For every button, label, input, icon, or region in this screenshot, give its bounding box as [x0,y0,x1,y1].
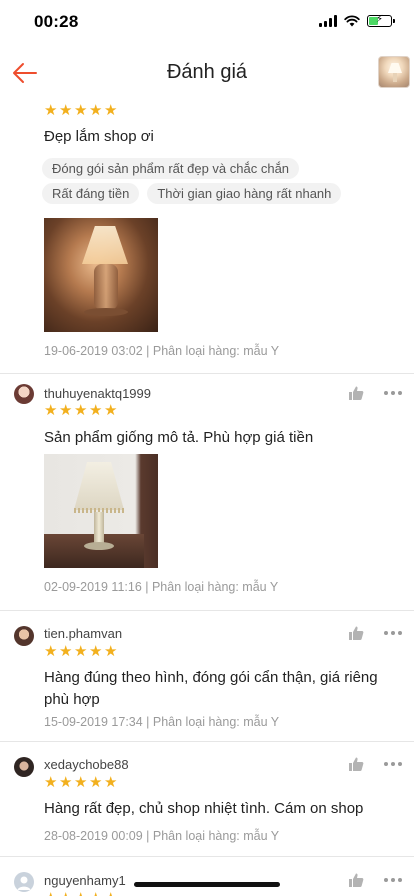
star-icon: ★ [74,891,88,896]
status-bar: 00:28 ⚡ [0,0,414,44]
wifi-icon [344,15,360,27]
thumbs-up-icon[interactable] [348,385,364,401]
star-icon: ★ [104,402,118,419]
review-list: ★ ★ ★ ★ ★ Đẹp lắm shop ơi Đóng gói sản p… [0,86,414,896]
more-options-icon[interactable] [384,625,402,641]
thumbs-up-icon[interactable] [348,625,364,641]
review-item: ★ ★ ★ ★ ★ Đẹp lắm shop ơi Đóng gói sản p… [0,86,414,374]
star-icon: ★ [59,643,73,660]
thumbs-up-icon[interactable] [348,756,364,772]
reviewer-name: tien.phamvan [44,626,123,641]
star-icon: ★ [74,643,88,660]
star-icon: ★ [104,891,118,896]
battery-icon: ⚡ [367,14,395,27]
rating-stars: ★ ★ ★ ★ ★ [44,402,118,419]
star-icon: ★ [89,774,103,791]
star-icon: ★ [104,643,118,660]
star-icon: ★ [44,774,58,791]
reviewer-name: xedaychobe88 [44,757,129,772]
rating-stars: ★ ★ ★ ★ ★ [44,643,118,660]
review-tag[interactable]: Đóng gói sản phẩm rất đẹp và chắc chắn [42,158,300,179]
review-tags: Đóng gói sản phẩm rất đẹp và chắc chắn R… [42,158,398,204]
review-meta: 15-09-2019 17:34 | Phân loại hàng: mẫu Y [44,715,280,729]
rating-stars: ★ ★ ★ ★ ★ [44,774,118,791]
review-text: Đẹp lắm shop ơi [44,128,154,145]
reviewer-name: thuhuyenaktq1999 [44,386,151,401]
star-icon: ★ [59,774,73,791]
cellular-signal-icon [319,15,337,27]
status-time: 00:28 [34,12,79,31]
review-item: nguyenhamy1 ★ ★ ★ ★ ★ [0,857,414,896]
star-icon: ★ [89,402,103,419]
review-meta: 19-06-2019 03:02 | Phân loại hàng: mẫu Y [44,344,280,358]
more-options-icon[interactable] [384,872,402,888]
star-icon: ★ [44,402,58,419]
reviewer-name: nguyenhamy1 [44,873,126,888]
star-icon: ★ [74,774,88,791]
avatar[interactable] [14,757,34,777]
more-options-icon[interactable] [384,385,402,401]
review-tag[interactable]: Thời gian giao hàng rất nhanh [147,183,342,204]
more-options-icon[interactable] [384,756,402,772]
star-icon: ★ [44,102,58,119]
review-photo[interactable] [44,454,158,568]
page-title: Đánh giá [166,61,248,83]
review-photo[interactable] [44,218,158,332]
review-meta: 28-08-2019 00:09 | Phân loại hàng: mẫu Y [44,829,280,843]
avatar[interactable] [14,384,34,404]
star-icon: ★ [59,402,73,419]
review-tag[interactable]: Rất đáng tiền [42,183,140,204]
home-indicator[interactable] [134,882,280,887]
review-item: thuhuyenaktq1999 ★ ★ ★ ★ ★ Sản phẩm giốn… [0,374,414,611]
review-meta: 02-09-2019 11:16 | Phân loại hàng: mẫu Y [44,580,279,594]
star-icon: ★ [74,402,88,419]
avatar-placeholder-icon[interactable] [14,872,34,892]
review-item: tien.phamvan ★ ★ ★ ★ ★ Hàng đúng theo hì… [0,611,414,742]
thumbs-up-icon[interactable] [348,872,364,888]
star-icon: ★ [104,774,118,791]
rating-stars: ★ ★ ★ ★ ★ [44,102,118,119]
status-icons: ⚡ [319,14,395,27]
review-text: Sản phẩm giống mô tả. Phù hợp giá tiền [44,429,314,446]
star-icon: ★ [44,891,58,896]
review-item: xedaychobe88 ★ ★ ★ ★ ★ Hàng rất đẹp, chủ… [0,742,414,857]
review-text: Hàng đúng theo hình, đóng gói cẩn thận, … [44,669,378,708]
nav-header: Đánh giá [0,44,414,100]
star-icon: ★ [74,102,88,119]
avatar[interactable] [14,626,34,646]
star-icon: ★ [89,102,103,119]
product-thumbnail[interactable] [378,56,410,88]
review-text: Hàng rất đẹp, chủ shop nhiệt tình. Cám o… [44,800,364,817]
star-icon: ★ [89,643,103,660]
star-icon: ★ [59,891,73,896]
star-icon: ★ [59,102,73,119]
star-icon: ★ [44,643,58,660]
star-icon: ★ [104,102,118,119]
star-icon: ★ [89,891,103,896]
rating-stars: ★ ★ ★ ★ ★ [44,891,118,896]
